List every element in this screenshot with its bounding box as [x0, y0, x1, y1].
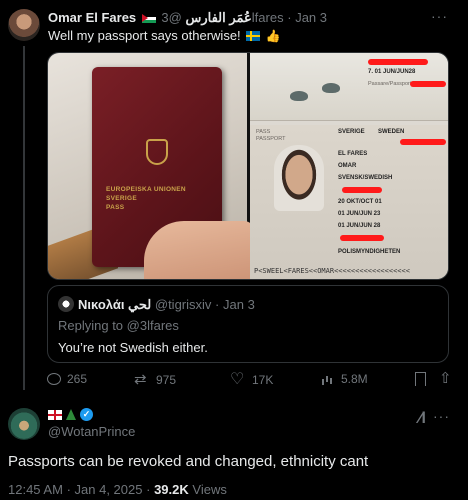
repost-count: 975	[156, 373, 177, 387]
post-header: Omar El Fares عُمَر الفارس @3lfares · Ja…	[48, 10, 327, 26]
passport-portrait	[274, 145, 324, 211]
reply-metadata: 12:45 AM · Jan 4, 2025 · 39.2K Views	[8, 482, 227, 498]
verified-badge-icon[interactable]: ✓	[80, 408, 93, 421]
passport-authority: POLISMYNDIGHETEN	[338, 249, 401, 255]
replying-to-line: Replying to @3lfares	[58, 318, 179, 334]
like-button[interactable]: 17K	[230, 369, 274, 389]
passport-mrz-line: P<SWEEL<FARES<<OMAR<<<<<<<<<<<<<<<<<<	[254, 267, 410, 275]
quoted-post-header: Νικολάι لحي @tigrisxiv · Jan 3	[78, 297, 255, 313]
reply-time[interactable]: 12:45 AM	[8, 482, 63, 497]
passport-country: SVERIGE	[338, 129, 365, 135]
reply-text: Passports can be revoked and changed, et…	[8, 453, 369, 470]
reply-views-count: 39.2K	[154, 482, 189, 497]
passport-issue-date: 01 JUN/JUN 23	[338, 211, 381, 217]
cover-text-line: EUROPEISKA UNIONEN	[106, 186, 186, 193]
bird-illustration	[290, 91, 308, 101]
replying-to-handle[interactable]: @3lfares	[127, 318, 179, 333]
quoted-post[interactable]: Νικολάι لحي @tigrisxiv · Jan 3 Replying …	[47, 285, 449, 363]
reply-meta-separator: ·	[146, 482, 151, 497]
post-action-bar: 265 975 17K 5.8M	[47, 369, 452, 390]
post-date[interactable]: Jan 3	[295, 10, 327, 25]
passport-cover-text: EUROPEISKA UNIONEN SVERIGE PASS	[106, 185, 216, 212]
post-text-content: Well my passport says otherwise!	[48, 28, 241, 43]
bookmark-icon	[415, 372, 426, 386]
header-separator: ·	[287, 10, 292, 25]
author-display-name[interactable]: Omar El Fares	[48, 10, 136, 25]
reply-author-avatar[interactable]	[8, 408, 40, 440]
tree-icon	[66, 409, 76, 420]
bookmark-button[interactable]	[415, 372, 426, 386]
reply-views-label: Views	[192, 482, 227, 497]
reply-icon	[47, 373, 61, 385]
passport-country-en: SWEDEN	[378, 129, 405, 135]
quoted-post-text: You’re not Swedish either.	[58, 340, 208, 355]
passport-type-label-en: PASSPORT	[256, 136, 286, 142]
reply-author-handle[interactable]: @WotanPrince	[48, 424, 135, 439]
reply-count: 265	[67, 372, 88, 386]
quoted-author-avatar[interactable]	[58, 296, 74, 312]
reply-meta-separator: ·	[66, 482, 71, 497]
passport-type-label: PASS	[256, 129, 271, 135]
like-count: 17K	[252, 373, 274, 387]
redaction-mark	[410, 81, 446, 87]
quoted-separator: ·	[215, 297, 220, 312]
reply-more-options-icon[interactable]: ···	[433, 408, 450, 424]
quoted-post-date[interactable]: Jan 3	[223, 297, 255, 312]
bird-illustration	[322, 83, 340, 93]
reply-button[interactable]: 265	[47, 372, 87, 386]
share-button[interactable]	[439, 369, 455, 388]
quoted-author-handle[interactable]: @tigrisxiv	[155, 297, 212, 312]
passport-surname: EL FARES	[338, 151, 368, 157]
quoted-author-name[interactable]: Νικολάι لحي	[78, 297, 151, 312]
repost-button[interactable]: 975	[134, 370, 177, 388]
passport-expiry-date: 01 JUN/JUN 28	[338, 223, 381, 229]
coat-of-arms-icon	[146, 139, 168, 165]
redaction-mark	[342, 187, 382, 193]
thread-connector-line	[23, 46, 25, 390]
passport-upper-page: 7. 01 JUN/JUN28 Passare/Passport No.	[250, 53, 448, 121]
cover-text-line: SVERIGE	[106, 195, 137, 202]
author-avatar[interactable]	[8, 9, 40, 41]
post-media[interactable]: EUROPEISKA UNIONEN SVERIGE PASS 7. 01 JU…	[47, 52, 449, 280]
passport-data-page-photo[interactable]: 7. 01 JUN/JUN28 Passare/Passport No. PAS…	[250, 53, 448, 279]
repost-icon	[134, 370, 150, 388]
passport-birth-date: 20 OKT/OCT 01	[338, 199, 382, 205]
replying-to-label: Replying to	[58, 318, 124, 333]
redaction-mark	[400, 139, 446, 145]
views-button[interactable]: 5.8M	[321, 372, 368, 386]
share-icon	[439, 369, 455, 388]
hand-holding-passport	[144, 221, 254, 279]
cover-text-line: PASS	[106, 204, 125, 211]
passport-date-header: 7. 01 JUN/JUN28	[368, 69, 416, 75]
sweden-flag-icon	[246, 31, 261, 41]
grok-icon[interactable]: ⁄l	[419, 410, 426, 428]
author-arabic-name[interactable]: عُمَر الفارس	[185, 10, 251, 25]
passport-nationality: SVENSK/SWEDISH	[338, 175, 393, 181]
redaction-mark	[368, 59, 428, 65]
redaction-mark	[340, 235, 384, 241]
views-icon	[321, 373, 335, 385]
post-text: Well my passport says otherwise! 👍	[48, 28, 281, 44]
more-options-icon[interactable]: ···	[431, 8, 448, 24]
views-count: 5.8M	[341, 372, 368, 386]
england-flag-icon	[48, 409, 62, 420]
passport-given-name: OMAR	[338, 163, 357, 169]
thumbs-up-icon: 👍	[265, 29, 281, 43]
palestine-flag-icon	[141, 14, 156, 23]
passport-cover-photo[interactable]: EUROPEISKA UNIONEN SVERIGE PASS	[48, 53, 254, 279]
reply-date[interactable]: Jan 4, 2025	[75, 482, 143, 497]
like-icon	[230, 369, 246, 389]
reply-author-badges: ✓	[48, 408, 93, 421]
